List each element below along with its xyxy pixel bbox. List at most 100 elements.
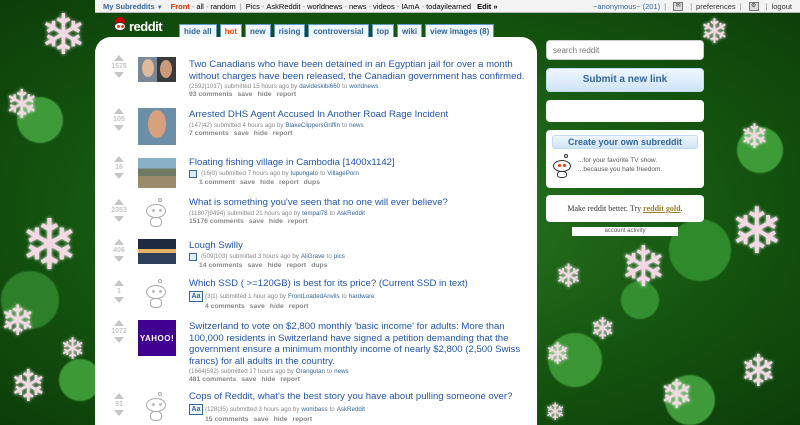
expando-image-icon[interactable] [189, 169, 197, 178]
save-button[interactable]: save [234, 130, 249, 137]
post-thumbnail[interactable] [138, 108, 176, 145]
post-title[interactable]: Switzerland to vote on $2,800 monthly 'b… [189, 321, 529, 367]
report-button[interactable]: report [287, 262, 307, 269]
comments-link[interactable]: 14 comments [199, 262, 242, 269]
post-subreddit[interactable]: worldnews [349, 83, 378, 90]
hide-button[interactable]: hide [261, 376, 275, 383]
sr-link-random[interactable]: random [210, 2, 235, 11]
downvote-arrow-icon[interactable] [114, 125, 124, 131]
my-subreddits-dropdown[interactable]: My Subreddits ▼ [95, 2, 171, 11]
save-button[interactable]: save [253, 416, 268, 423]
hide-button[interactable]: hide [260, 179, 274, 186]
sr-link-front[interactable]: Front [171, 2, 190, 11]
save-button[interactable]: save [250, 303, 265, 310]
report-button[interactable]: report [279, 179, 299, 186]
post-subreddit[interactable]: news [334, 368, 348, 375]
tab-hot[interactable]: hot [219, 24, 242, 37]
post-subreddit[interactable]: AskReddit [337, 210, 365, 217]
sr-link-iama[interactable]: IAmA [401, 2, 419, 11]
sr-link-pics[interactable]: Pics [246, 2, 260, 11]
report-button[interactable]: report [273, 130, 293, 137]
post-author[interactable]: AliGrave [301, 253, 325, 260]
account-activity-link[interactable]: account activity [572, 227, 678, 236]
post-subreddit[interactable]: AskReddit [337, 406, 365, 413]
submit-link-button[interactable]: Submit a new link [546, 68, 704, 92]
create-subreddit-button[interactable]: Create your own subreddit [552, 135, 698, 149]
upvote-arrow-icon[interactable] [114, 280, 124, 286]
comments-link[interactable]: 15176 comments [189, 218, 244, 225]
save-button[interactable]: save [249, 218, 264, 225]
tab-controversial[interactable]: controversial [308, 24, 369, 37]
downvote-arrow-icon[interactable] [114, 216, 124, 222]
comments-link[interactable]: 4 comments [205, 303, 245, 310]
post-author[interactable]: davideskibi660 [299, 83, 340, 90]
upvote-arrow-icon[interactable] [114, 108, 124, 114]
post-title[interactable]: Which SSD ( >=120GB) is best for its pri… [189, 278, 529, 290]
report-button[interactable]: report [288, 218, 308, 225]
mail-icon[interactable]: ✉ [673, 1, 684, 11]
save-button[interactable]: save [247, 262, 262, 269]
expando-image-icon[interactable] [189, 252, 197, 261]
upvote-arrow-icon[interactable] [114, 199, 124, 205]
reddit-gold-link[interactable]: reddit gold [643, 204, 680, 213]
post-title[interactable]: Floating fishing village in Cambodia [14… [189, 157, 529, 169]
downvote-arrow-icon[interactable] [114, 72, 124, 78]
sr-link-all[interactable]: all [196, 2, 204, 11]
report-button[interactable]: report [277, 91, 297, 98]
tab-view-images[interactable]: view images (8) [425, 24, 495, 37]
report-button[interactable]: report [293, 416, 313, 423]
upvote-arrow-icon[interactable] [114, 393, 124, 399]
post-title[interactable]: Lough Swilly [189, 240, 529, 252]
post-title[interactable]: Cops of Reddit, what's the best story yo… [189, 391, 529, 403]
report-button[interactable]: report [280, 376, 300, 383]
downvote-arrow-icon[interactable] [114, 256, 124, 262]
downvote-arrow-icon[interactable] [114, 410, 124, 416]
preferences-link[interactable]: preferences [696, 2, 736, 11]
sr-link-videos[interactable]: videos [373, 2, 395, 11]
upvote-arrow-icon[interactable] [114, 156, 124, 162]
upvote-arrow-icon[interactable] [114, 239, 124, 245]
hide-button[interactable]: hide [269, 218, 283, 225]
post-subreddit[interactable]: hardware [349, 293, 375, 300]
post-author[interactable]: tupungato [291, 170, 319, 177]
settings-icon[interactable]: ⚙ [748, 1, 759, 11]
reddit-logo[interactable]: reddit [113, 15, 175, 37]
comments-link[interactable]: 1 comment [199, 179, 235, 186]
save-button[interactable]: save [241, 376, 256, 383]
self-post-icon[interactable]: Aa [189, 290, 203, 302]
dups-button[interactable]: dups [311, 262, 327, 269]
post-title[interactable]: Two Canadians who have been detained in … [189, 59, 529, 82]
sr-link-news[interactable]: news [349, 2, 367, 11]
tab-top[interactable]: top [371, 24, 395, 37]
tab-hide-all[interactable]: hide all [179, 24, 217, 37]
save-button[interactable]: save [240, 179, 255, 186]
comments-link[interactable]: 481 comments [189, 376, 236, 383]
tab-rising[interactable]: rising [273, 24, 306, 37]
post-thumbnail[interactable] [138, 279, 176, 309]
post-author[interactable]: FrontLoadedAnvils [288, 293, 340, 300]
post-author[interactable]: wombass [301, 406, 327, 413]
post-thumbnail[interactable] [138, 392, 176, 422]
tab-new[interactable]: new [245, 24, 271, 37]
username[interactable]: ~anonymous~ (201) [593, 2, 660, 11]
post-subreddit[interactable]: news [349, 122, 363, 129]
hide-button[interactable]: hide [268, 262, 282, 269]
edit-subreddits-link[interactable]: Edit » [477, 2, 497, 11]
post-subreddit[interactable]: VillagePorn [327, 170, 359, 177]
post-author[interactable]: BlakeClippersGriffin [285, 122, 340, 129]
report-button[interactable]: report [289, 303, 309, 310]
comments-link[interactable]: 93 comments [189, 91, 232, 98]
post-thumbnail[interactable] [138, 158, 176, 188]
comments-link[interactable]: 7 comments [189, 130, 229, 137]
post-thumbnail[interactable] [138, 239, 176, 264]
post-thumbnail[interactable] [138, 57, 176, 82]
post-author[interactable]: tempal78 [302, 210, 327, 217]
hide-button[interactable]: hide [254, 130, 268, 137]
post-title[interactable]: What is something you've seen that no on… [189, 197, 529, 209]
hide-button[interactable]: hide [270, 303, 284, 310]
save-button[interactable]: save [237, 91, 252, 98]
tab-wiki[interactable]: wiki [397, 24, 423, 37]
sr-link-worldnews[interactable]: worldnews [307, 2, 342, 11]
downvote-arrow-icon[interactable] [114, 173, 124, 179]
downvote-arrow-icon[interactable] [114, 297, 124, 303]
